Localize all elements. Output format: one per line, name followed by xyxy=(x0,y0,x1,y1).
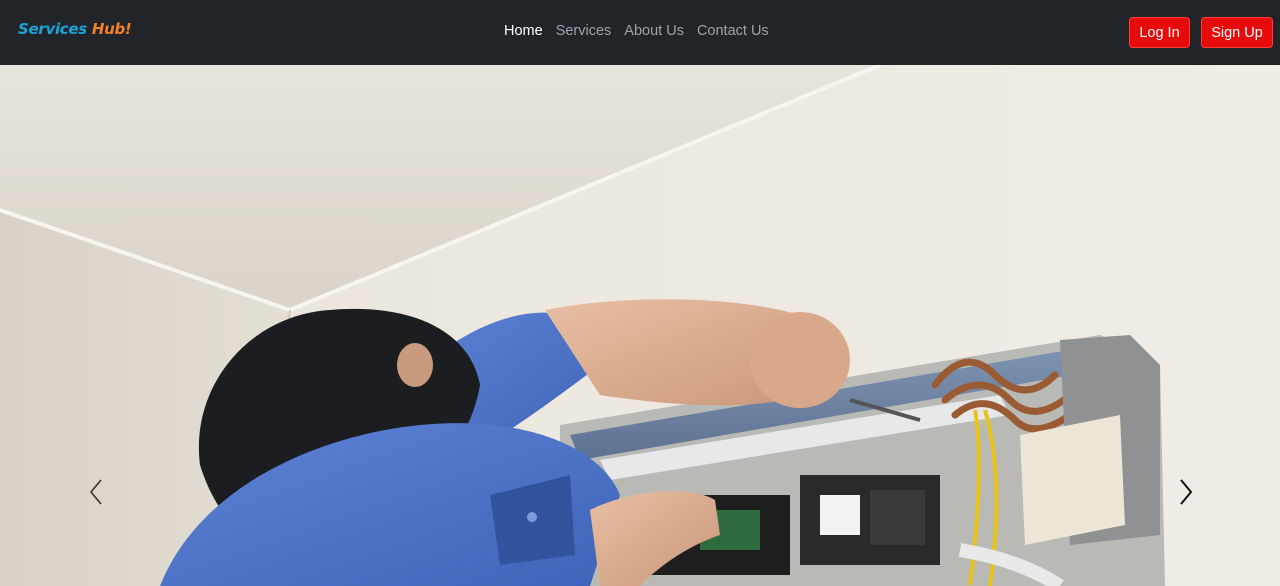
brand-text-hub: Hub! xyxy=(91,20,132,38)
signup-button[interactable]: Sign Up xyxy=(1201,17,1273,48)
hero-carousel xyxy=(0,65,1280,586)
brand-text-services: Services xyxy=(18,20,87,38)
nav-link-home[interactable]: Home xyxy=(504,23,543,39)
top-navbar: Services Hub! Home Services About Us Con… xyxy=(0,0,1280,65)
technician-ac-repair-photo xyxy=(0,65,1280,586)
nav-link-about-us[interactable]: About Us xyxy=(624,23,684,39)
carousel-prev-button[interactable] xyxy=(76,470,116,514)
carousel-next-button[interactable] xyxy=(1166,470,1206,514)
chevron-left-icon xyxy=(89,479,102,505)
nav-link-contact-us[interactable]: Contact Us xyxy=(697,23,769,39)
brand-logo[interactable]: Services Hub! xyxy=(18,20,132,38)
chevron-right-icon xyxy=(1180,479,1193,505)
login-button[interactable]: Log In xyxy=(1129,17,1190,48)
nav-link-services[interactable]: Services xyxy=(556,23,612,39)
nav-links: Home Services About Us Contact Us xyxy=(504,23,782,39)
